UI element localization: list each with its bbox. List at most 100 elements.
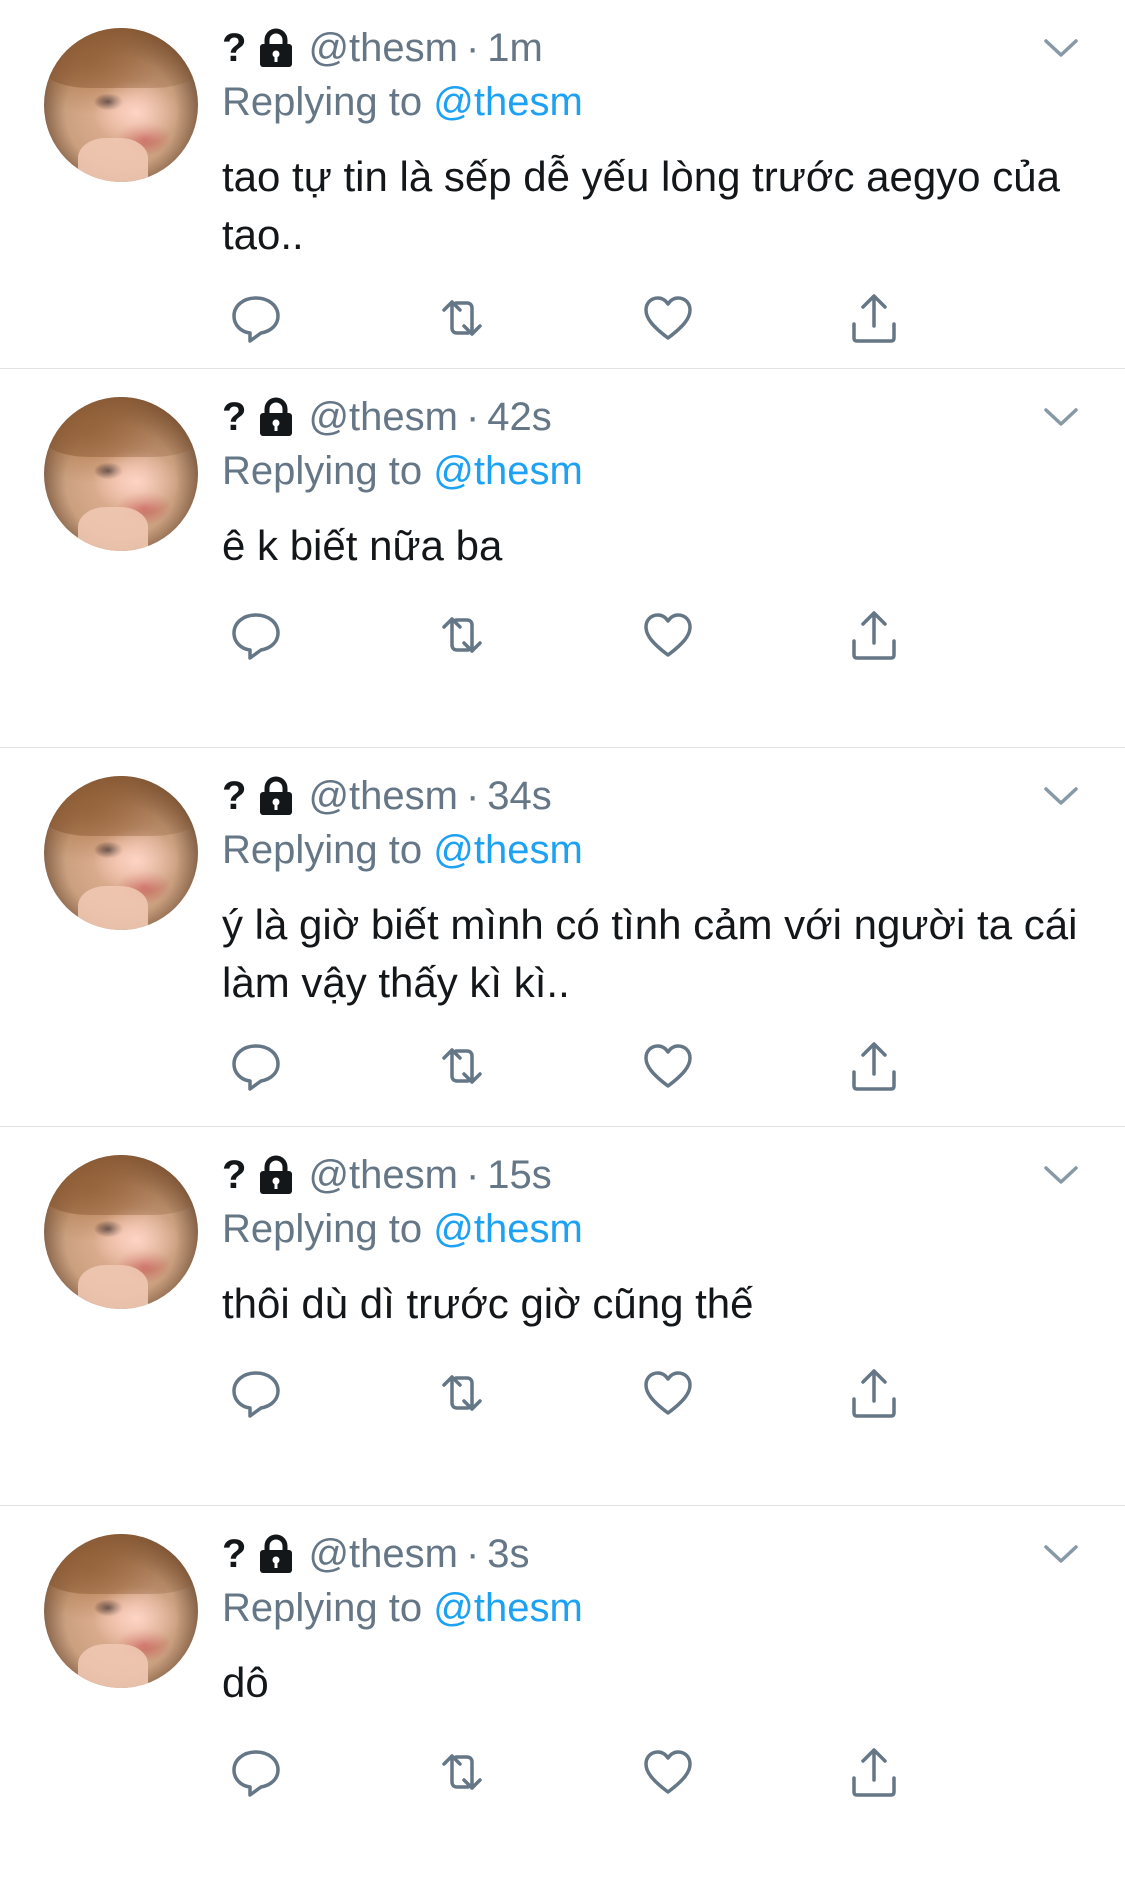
avatar-hand [78, 138, 148, 182]
replying-label: Replying to [222, 1586, 423, 1630]
heart-icon[interactable] [640, 607, 696, 663]
reply-icon[interactable] [228, 1744, 284, 1800]
lock-icon [258, 776, 294, 816]
heart-icon[interactable] [640, 1038, 696, 1094]
retweet-icon[interactable] [434, 1744, 490, 1800]
separator: · [465, 394, 480, 439]
handle[interactable]: @thesm [308, 1532, 458, 1577]
tweet-actions [222, 607, 922, 663]
chevron-down-icon[interactable] [1043, 36, 1079, 60]
heart-icon[interactable] [640, 1365, 696, 1421]
timestamp[interactable]: 15s [487, 1153, 552, 1198]
timestamp[interactable]: 42s [487, 395, 552, 440]
retweet-icon[interactable] [434, 1038, 490, 1094]
tweet[interactable]: ? @thesm · 3s Replying to @thesm dô [0, 1506, 1125, 1885]
avatar-hair [44, 776, 198, 836]
avatar[interactable] [44, 1155, 198, 1309]
tweet[interactable]: ? @thesm · 1m Replying to @thesm tao tự … [0, 0, 1125, 369]
tweet-header: ? @thesm · 1m [222, 22, 543, 74]
avatar[interactable] [44, 28, 198, 182]
tweet-text: ý là giờ biết mình có tình cảm với người… [222, 901, 1078, 1006]
display-name[interactable]: ? [222, 1532, 246, 1577]
retweet-icon[interactable] [434, 607, 490, 663]
chevron-down-icon[interactable] [1043, 1163, 1079, 1187]
tweet-actions [222, 1365, 922, 1421]
replying-mention[interactable]: @thesm [433, 1207, 583, 1251]
timestamp[interactable]: 34s [487, 774, 552, 819]
handle[interactable]: @thesm [308, 395, 458, 440]
timestamp[interactable]: 3s [487, 1532, 529, 1577]
handle[interactable]: @thesm [308, 1153, 458, 1198]
tweet-header: ? @thesm · 34s [222, 770, 552, 822]
tweet-text: dô [222, 1659, 269, 1706]
share-icon[interactable] [846, 1744, 902, 1800]
tweet-header: ? @thesm · 15s [222, 1149, 552, 1201]
reply-icon[interactable] [228, 1038, 284, 1094]
separator: · [465, 773, 480, 818]
replying-label: Replying to [222, 1207, 423, 1251]
replying-label: Replying to [222, 80, 423, 124]
lock-icon [258, 397, 294, 437]
avatar-hand [78, 507, 148, 551]
retweet-icon[interactable] [434, 1365, 490, 1421]
avatar[interactable] [44, 397, 198, 551]
heart-icon[interactable] [640, 290, 696, 346]
tweet-text: ê k biết nữa ba [222, 522, 503, 569]
display-name[interactable]: ? [222, 395, 246, 440]
avatar-hand [78, 886, 148, 930]
lock-icon [258, 28, 294, 68]
share-icon[interactable] [846, 1365, 902, 1421]
replying-to: Replying to @thesm [222, 80, 583, 125]
replying-to: Replying to @thesm [222, 1207, 583, 1252]
replying-mention[interactable]: @thesm [433, 80, 583, 124]
chevron-down-icon[interactable] [1043, 784, 1079, 808]
display-name[interactable]: ? [222, 26, 246, 71]
replying-mention[interactable]: @thesm [433, 1586, 583, 1630]
lock-icon [258, 1534, 294, 1574]
separator: · [465, 25, 480, 70]
reply-icon[interactable] [228, 290, 284, 346]
chevron-down-icon[interactable] [1043, 405, 1079, 429]
display-name[interactable]: ? [222, 774, 246, 819]
handle[interactable]: @thesm [308, 26, 458, 71]
tweet[interactable]: ? @thesm · 15s Replying to @thesm thôi d… [0, 1127, 1125, 1506]
separator: · [465, 1531, 480, 1576]
share-icon[interactable] [846, 290, 902, 346]
avatar-hair [44, 1534, 198, 1594]
tweet-actions [222, 290, 922, 346]
tweet-header: ? @thesm · 42s [222, 391, 552, 443]
replying-label: Replying to [222, 828, 423, 872]
retweet-icon[interactable] [434, 290, 490, 346]
display-name[interactable]: ? [222, 1153, 246, 1198]
tweet-actions [222, 1038, 922, 1094]
avatar-hand [78, 1644, 148, 1688]
avatar-hair [44, 28, 198, 88]
avatar[interactable] [44, 1534, 198, 1688]
tweet[interactable]: ? @thesm · 42s Replying to @thesm ê k bi… [0, 369, 1125, 748]
replying-label: Replying to [222, 449, 423, 493]
replying-mention[interactable]: @thesm [433, 828, 583, 872]
tweet-text: tao tự tin là sếp dễ yếu lòng trước aegy… [222, 153, 1060, 258]
separator: · [465, 1152, 480, 1197]
chevron-down-icon[interactable] [1043, 1542, 1079, 1566]
tweet-header: ? @thesm · 3s [222, 1528, 530, 1580]
replying-to: Replying to @thesm [222, 828, 583, 873]
reply-icon[interactable] [228, 607, 284, 663]
share-icon[interactable] [846, 607, 902, 663]
avatar-hand [78, 1265, 148, 1309]
avatar-hair [44, 1155, 198, 1215]
handle[interactable]: @thesm [308, 774, 458, 819]
reply-icon[interactable] [228, 1365, 284, 1421]
avatar[interactable] [44, 776, 198, 930]
replying-to: Replying to @thesm [222, 1586, 583, 1631]
lock-icon [258, 1155, 294, 1195]
tweet-text: thôi dù dì trước giờ cũng thế [222, 1280, 754, 1327]
tweet[interactable]: ? @thesm · 34s Replying to @thesm ý là g… [0, 748, 1125, 1127]
share-icon[interactable] [846, 1038, 902, 1094]
heart-icon[interactable] [640, 1744, 696, 1800]
replying-mention[interactable]: @thesm [433, 449, 583, 493]
tweet-timeline: ? @thesm · 1m Replying to @thesm tao tự … [0, 0, 1125, 1885]
tweet-actions [222, 1744, 922, 1800]
avatar-hair [44, 397, 198, 457]
timestamp[interactable]: 1m [487, 26, 543, 71]
